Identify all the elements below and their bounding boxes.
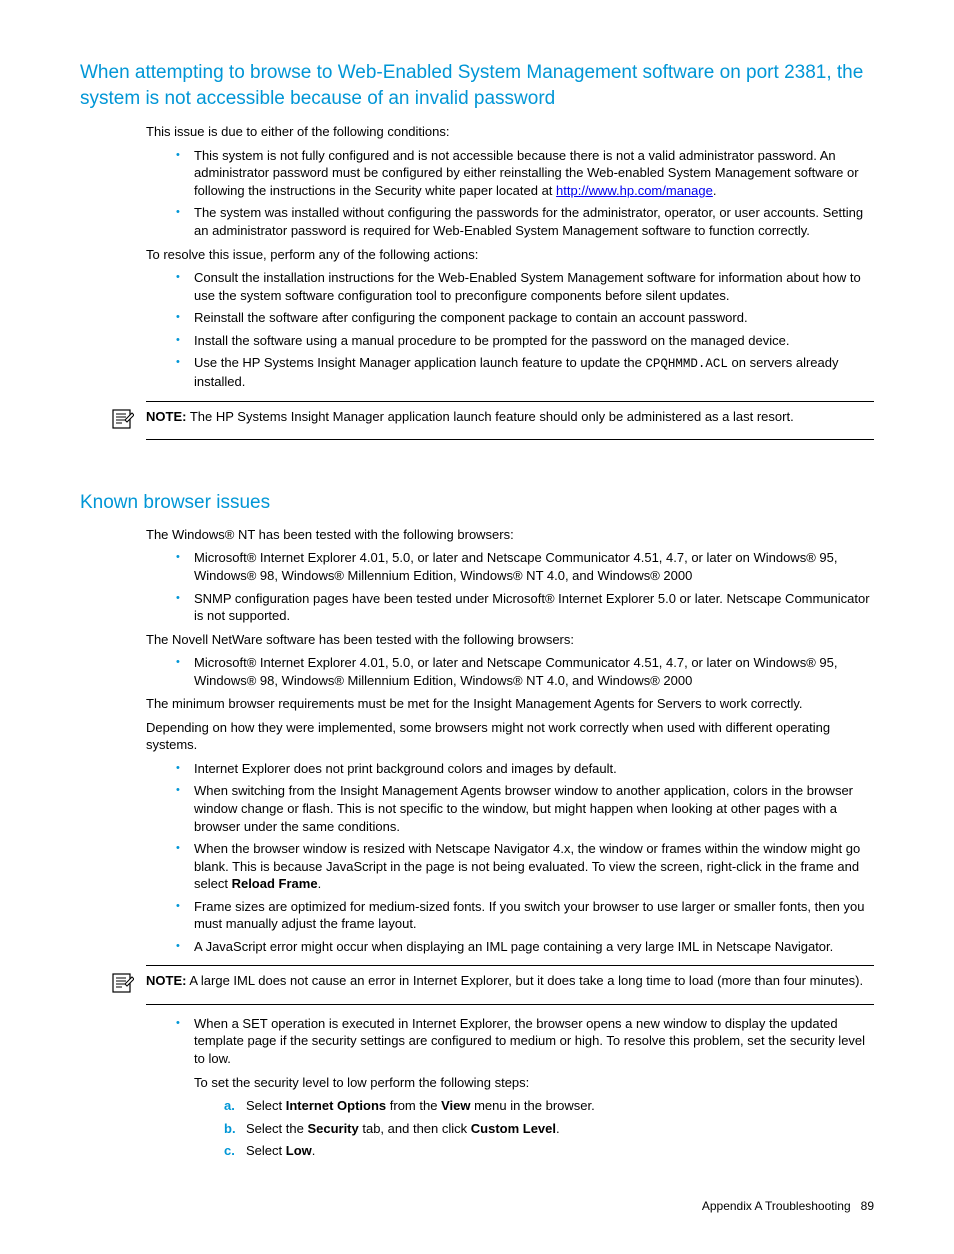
section-heading-browser-issues: Known browser issues — [80, 490, 874, 516]
actions-list: Consult the installation instructions fo… — [176, 269, 874, 391]
conditions-list: This system is not fully configured and … — [176, 147, 874, 240]
note-label: NOTE: — [146, 973, 186, 988]
step-b: b.Select the Security tab, and then clic… — [224, 1120, 874, 1138]
list-item: Frame sizes are optimized for medium-siz… — [176, 898, 874, 933]
issues-list: Internet Explorer does not print backgro… — [176, 760, 874, 955]
list-item: This system is not fully configured and … — [176, 147, 874, 200]
page-number: 89 — [861, 1199, 874, 1213]
list-item: Internet Explorer does not print backgro… — [176, 760, 874, 778]
note-icon — [112, 409, 136, 434]
page-footer: Appendix A Troubleshooting 89 — [80, 1198, 874, 1214]
list-item: SNMP configuration pages have been teste… — [176, 590, 874, 625]
manage-link[interactable]: http://www.hp.com/manage — [556, 183, 713, 198]
min-req-text: The minimum browser requirements must be… — [146, 695, 874, 713]
list-item: Use the HP Systems Insight Manager appli… — [176, 354, 874, 390]
step-a: a.Select Internet Options from the View … — [224, 1097, 874, 1115]
set-op-list: When a SET operation is executed in Inte… — [176, 1015, 874, 1160]
novell-text: The Novell NetWare software has been tes… — [146, 631, 874, 649]
section1-body: This issue is due to either of the follo… — [146, 123, 874, 390]
section-heading-port-2381: When attempting to browse to Web-Enabled… — [80, 60, 874, 111]
list-item: Microsoft® Internet Explorer 4.01, 5.0, … — [176, 549, 874, 584]
code-filename: CPQHMMD.ACL — [645, 357, 728, 371]
depend-text: Depending on how they were implemented, … — [146, 719, 874, 754]
browsers-list: Microsoft® Internet Explorer 4.01, 5.0, … — [176, 549, 874, 624]
list-item: Install the software using a manual proc… — [176, 332, 874, 350]
note-block: NOTE: A large IML does not cause an erro… — [112, 965, 874, 1005]
list-item: A JavaScript error might occur when disp… — [176, 938, 874, 956]
footer-label: Appendix A Troubleshooting — [702, 1199, 851, 1213]
resolve-intro: To resolve this issue, perform any of th… — [146, 246, 874, 264]
note-block: NOTE: The HP Systems Insight Manager app… — [112, 401, 874, 441]
section2-continued: When a SET operation is executed in Inte… — [146, 1015, 874, 1160]
list-item: When switching from the Insight Manageme… — [176, 782, 874, 835]
note-text: A large IML does not cause an error in I… — [186, 973, 863, 988]
intro-text: The Windows® NT has been tested with the… — [146, 526, 874, 544]
bold-reload-frame: Reload Frame — [232, 876, 318, 891]
list-item: Microsoft® Internet Explorer 4.01, 5.0, … — [176, 654, 874, 689]
list-item: Consult the installation instructions fo… — [176, 269, 874, 304]
list-item: Reinstall the software after configuring… — [176, 309, 874, 327]
novell-browsers-list: Microsoft® Internet Explorer 4.01, 5.0, … — [176, 654, 874, 689]
note-label: NOTE: — [146, 409, 186, 424]
note-text: The HP Systems Insight Manager applicati… — [186, 409, 793, 424]
list-item: When a SET operation is executed in Inte… — [176, 1015, 874, 1160]
note-icon — [112, 973, 136, 998]
steps-list: a.Select Internet Options from the View … — [224, 1097, 874, 1160]
intro-text: This issue is due to either of the follo… — [146, 123, 874, 141]
steps-intro: To set the security level to low perform… — [194, 1074, 874, 1092]
section2-body: The Windows® NT has been tested with the… — [146, 526, 874, 955]
step-c: c.Select Low. — [224, 1142, 874, 1160]
list-item: When the browser window is resized with … — [176, 840, 874, 893]
list-item: The system was installed without configu… — [176, 204, 874, 239]
